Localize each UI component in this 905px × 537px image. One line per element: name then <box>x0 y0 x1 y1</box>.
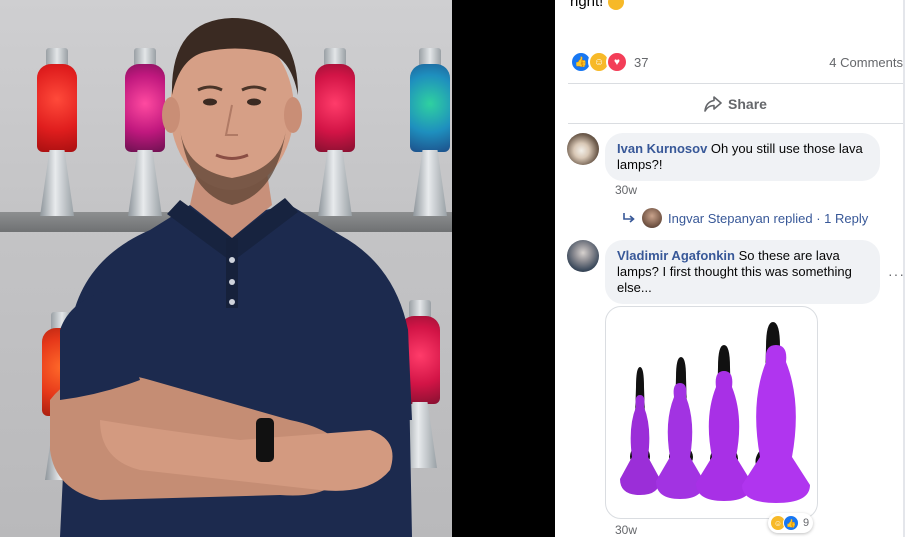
avatar[interactable] <box>567 133 599 165</box>
comment-author[interactable]: Vladimir Agafonkin <box>617 248 735 263</box>
comment-reaction-count: 9 <box>803 517 810 529</box>
avatar[interactable] <box>567 240 599 272</box>
share-label: Share <box>728 96 767 112</box>
view-replies-link[interactable]: Ingvar Stepanyan replied · 1 Reply <box>622 208 868 228</box>
comment-time[interactable]: 30w <box>615 523 637 537</box>
share-icon <box>704 96 722 112</box>
divider <box>568 123 903 124</box>
smile-emoji-icon <box>607 0 624 11</box>
product-photo <box>620 322 810 503</box>
replier-name: Ingvar Stepanyan <box>668 210 770 226</box>
reaction-count[interactable]: 37 <box>634 55 648 70</box>
comment-reactions[interactable]: ☺ 👍 9 <box>768 513 814 533</box>
comments-count-link[interactable]: 4 Comments <box>829 55 903 70</box>
replier-avatar <box>642 208 662 228</box>
share-button[interactable]: Share <box>568 84 903 124</box>
person-figure <box>50 18 412 537</box>
post-reactions[interactable]: 👍 ☺ ♥ 37 <box>570 51 648 73</box>
post-text-clipped: right! <box>570 0 624 11</box>
reply-action: replied <box>773 210 813 226</box>
comment-time[interactable]: 30w <box>615 183 637 197</box>
reply-separator: · <box>816 210 821 226</box>
reply-arrow-icon <box>623 213 635 223</box>
comment-bubble: Ivan Kurnosov Oh you still use those lav… <box>605 133 880 181</box>
love-icon: ♥ <box>606 51 628 73</box>
post-photo[interactable] <box>0 0 452 537</box>
reply-count: 1 Reply <box>824 210 869 226</box>
comment-bubble: Vladimir Agafonkin So these are lava lam… <box>605 240 880 304</box>
like-icon: 👍 <box>783 515 799 531</box>
comment-image[interactable] <box>605 306 818 519</box>
comment-author[interactable]: Ivan Kurnosov <box>617 141 707 156</box>
post-text: right! <box>570 0 604 10</box>
